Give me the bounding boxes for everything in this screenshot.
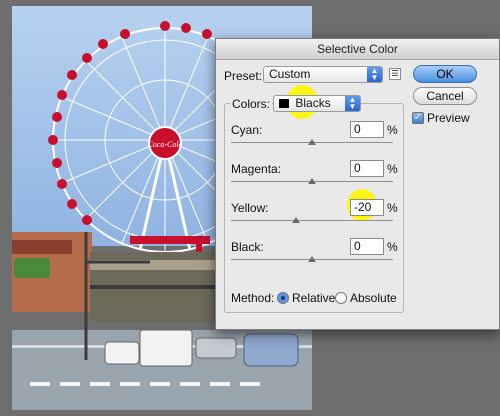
billboard	[14, 258, 50, 278]
updown-arrows-icon: ▲ ▼	[345, 96, 360, 111]
preview-label: Preview	[427, 111, 470, 125]
white-truck	[139, 329, 193, 367]
cyan-input[interactable]: 0	[350, 121, 384, 138]
ok-button[interactable]: OK	[413, 65, 477, 83]
dialog-title: Selective Color	[216, 39, 499, 60]
cyan-percent: %	[387, 123, 398, 137]
absolute-radio[interactable]	[335, 292, 347, 304]
selective-color-dialog: Selective Color Preset: Custom ▲ ▼ ☰ OK C…	[215, 38, 500, 330]
absolute-label: Absolute	[350, 291, 397, 305]
magenta-percent: %	[387, 162, 398, 176]
relative-radio[interactable]	[277, 292, 289, 304]
cyan-slider-thumb[interactable]	[308, 139, 316, 145]
black-slider-thumb[interactable]	[308, 256, 316, 262]
colors-value: Blacks	[295, 96, 331, 110]
method-label: Method:	[231, 291, 275, 305]
preset-value: Custom	[269, 67, 311, 81]
black-label: Black:	[231, 240, 264, 254]
magenta-slider-thumb[interactable]	[308, 178, 316, 184]
cyan-label: Cyan:	[231, 123, 263, 137]
colors-select[interactable]: Blacks ▲ ▼	[273, 95, 361, 112]
yellow-label: Yellow:	[231, 201, 269, 215]
silver-car	[195, 337, 237, 359]
black-percent: %	[387, 240, 398, 254]
preset-options-icon[interactable]: ☰	[389, 68, 401, 80]
black-swatch	[279, 99, 289, 109]
preset-label: Preset:	[224, 69, 263, 83]
black-input[interactable]: 0	[350, 238, 384, 255]
preview-checkbox[interactable]: ✓	[412, 112, 424, 124]
yellow-input[interactable]: -20	[350, 199, 384, 216]
magenta-input[interactable]: 0	[350, 160, 384, 177]
white-car	[104, 341, 140, 365]
preset-select[interactable]: Custom ▲ ▼	[263, 66, 383, 83]
yellow-slider-track[interactable]	[231, 220, 393, 221]
yellow-slider-thumb[interactable]	[292, 217, 300, 223]
updown-arrows-icon: ▲ ▼	[367, 67, 382, 82]
coca-cola-sign: Coca-Cola	[147, 140, 182, 149]
relative-label: Relative	[292, 291, 336, 305]
cancel-button[interactable]: Cancel	[413, 87, 477, 105]
colors-label: Colors:	[230, 97, 273, 111]
magenta-label: Magenta:	[231, 162, 282, 176]
blue-car	[243, 333, 299, 367]
yellow-percent: %	[387, 201, 398, 215]
